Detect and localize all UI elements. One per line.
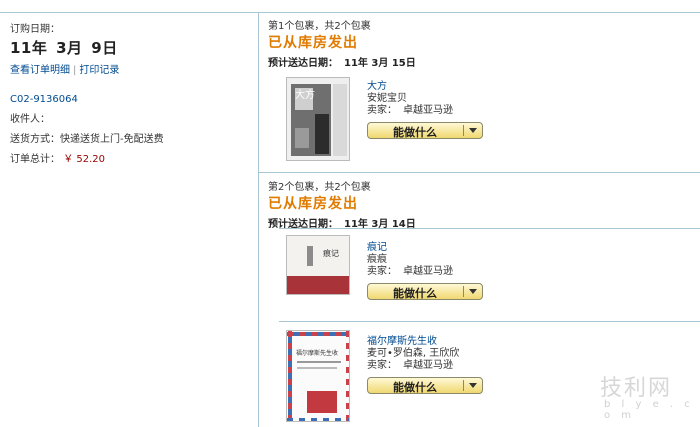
item-seller: 卖家： 卓越亚马逊 [367,266,453,277]
cover-title: 福尔摩斯先生收 [296,349,338,357]
watermark: 技利网 [600,376,673,401]
order-summary: 订购日期： 11年 3月 9日 查看订单明细 | 打印记录 C02-9136064 … [10,20,250,165]
chevron-down-icon [469,128,477,133]
cover-title: 大方 [295,88,315,101]
chevron-down-icon [469,289,477,294]
package-2-header: 第2个包裹，共2个包裹 已从库房发出 预计送达日期： 11年 3月 14日 [268,178,416,230]
book-cover-art: 大方 [287,78,349,160]
package-status: 已从库房发出 [268,35,358,51]
item-seller: 卖家： 卓越亚马逊 [367,360,453,371]
order-total-value: ￥ 52.20 [63,154,105,165]
book-cover-holmes[interactable]: 福尔摩斯先生收 [286,330,350,422]
watermark-url: b l y e . c o m [604,399,694,421]
cover-title: 痕记 [323,248,339,258]
what-can-i-do-button[interactable]: 能做什么 [367,283,483,300]
order-date: 11年 3月 9日 [10,39,118,57]
package-count: 第1个包裹，共2个包裹 [268,21,371,32]
shipping-value: 快递送货上门-免配送费 [60,134,164,145]
book-cover-henji[interactable]: 痕记 [286,235,350,295]
book-cover-dafang[interactable]: 大方 [286,77,350,161]
order-number[interactable]: C02-9136064 [10,94,250,105]
top-divider [0,12,700,13]
package-eta: 预计送达日期： 11年 3月 15日 [268,58,416,69]
order-total: 订单总计： ￥ 52.20 [10,154,105,165]
shipping-method: 送货方式：快递送货上门-免配送费 [10,134,164,145]
package-status: 已从库房发出 [268,196,358,212]
column-divider [258,12,259,427]
package-count: 第2个包裹，共2个包裹 [268,182,371,193]
chevron-down-icon [469,383,477,388]
view-order-details-link[interactable]: 查看订单明细 [10,65,70,76]
recipient-label: 收件人： [10,114,50,125]
item-divider [279,321,700,322]
order-date-label: 订购日期： [10,24,60,35]
order-links: 查看订单明细 | 打印记录 [10,61,250,76]
link-separator: | [73,65,77,76]
book-cover-art: 福尔摩斯先生收 [287,331,349,421]
item-divider [279,228,700,229]
what-can-i-do-button[interactable]: 能做什么 [367,122,483,139]
item-seller: 卖家： 卓越亚马逊 [367,105,453,116]
package-eta-value: 11年 3月 15日 [344,58,416,69]
print-record-link[interactable]: 打印记录 [79,65,119,76]
package-divider [259,172,700,173]
book-cover-art: 痕记 [287,236,349,294]
package-1-header: 第1个包裹，共2个包裹 已从库房发出 预计送达日期： 11年 3月 15日 [268,17,416,69]
what-can-i-do-button[interactable]: 能做什么 [367,377,483,394]
